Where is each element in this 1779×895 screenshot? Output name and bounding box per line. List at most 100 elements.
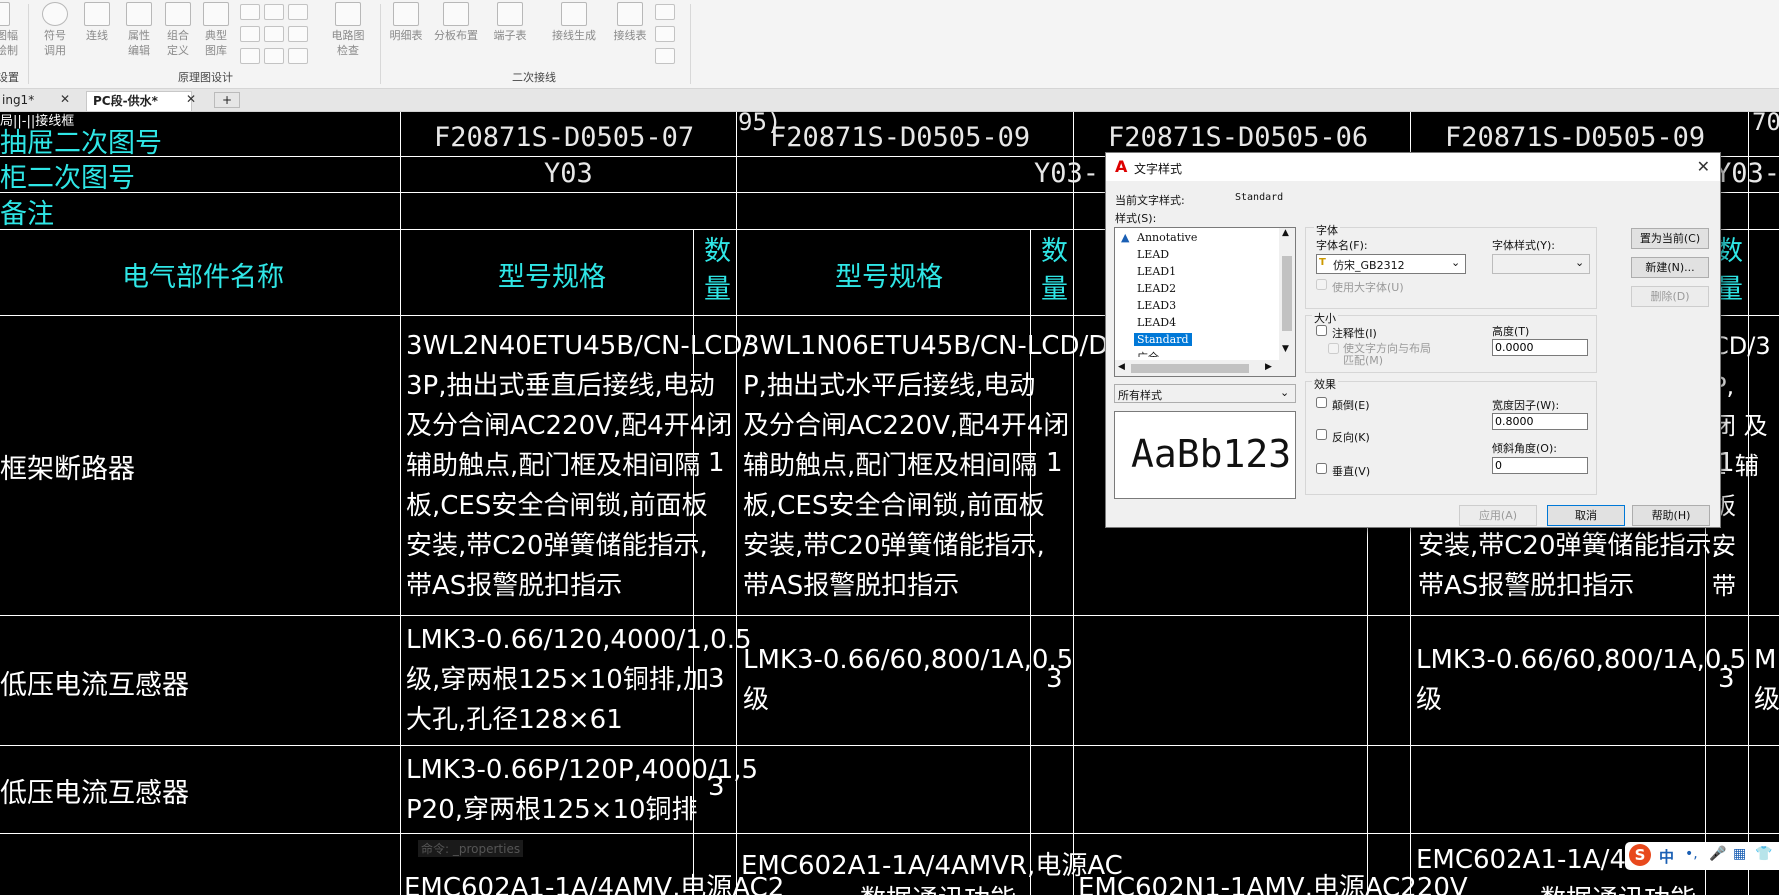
style-item[interactable]: LEAD3 <box>1137 299 1176 312</box>
annotative-checkbox[interactable] <box>1316 325 1327 336</box>
spec-cell: 数据通讯功能 <box>1540 879 1696 895</box>
terminal-icon <box>497 2 523 26</box>
small-tool-icon[interactable] <box>264 4 284 20</box>
style-item[interactable]: Annotative <box>1137 231 1197 244</box>
scroll-right-icon[interactable]: ▶ <box>1265 362 1272 372</box>
close-tab-icon[interactable]: ✕ <box>186 92 196 106</box>
font-name-select[interactable]: T 仿宋_GB2312 ⌄ <box>1316 254 1466 274</box>
symbol-icon <box>42 2 68 26</box>
small-tool-icon[interactable] <box>655 26 675 42</box>
small-tool-icon[interactable] <box>655 48 675 64</box>
list-scrollbar[interactable]: ▲ ▼ <box>1279 228 1295 376</box>
help-button[interactable]: 帮助(H) <box>1632 505 1710 526</box>
small-tool-icon[interactable] <box>240 48 260 64</box>
table-icon <box>617 2 643 26</box>
delete-style-button[interactable]: 删除(D) <box>1631 286 1709 307</box>
spec-cell: EMC602A1-1A/4AMVR,电源AC <box>741 851 1123 881</box>
set-current-button[interactable]: 置为当前(C) <box>1631 228 1709 249</box>
qty-cell: 3 <box>708 664 725 694</box>
vertical-label: 垂直(V) <box>1332 465 1371 478</box>
header-spec: 型号规格 <box>835 262 943 293</box>
qty-cell: 3 <box>708 772 725 802</box>
small-tool-icon[interactable] <box>288 48 308 64</box>
drawing-code: F20871S-D0505-07 <box>434 122 695 153</box>
cancel-button[interactable]: 取消 <box>1547 505 1625 526</box>
wire-button[interactable]: 连线 <box>80 2 114 43</box>
style-item-selected[interactable]: Standard <box>1134 333 1192 346</box>
use-bigfont-checkbox[interactable] <box>1316 279 1327 290</box>
style-item[interactable]: LEAD2 <box>1137 282 1176 295</box>
vertical-checkbox[interactable] <box>1316 463 1327 474</box>
style-item[interactable]: LEAD4 <box>1137 316 1176 329</box>
keyboard-icon[interactable]: ▦ <box>1733 846 1746 862</box>
terminal-table-button[interactable]: 端子表 <box>490 2 530 43</box>
cabinet-value: Y03- <box>1034 158 1100 189</box>
new-style-button[interactable]: 新建(N)... <box>1631 257 1709 278</box>
bom-button[interactable]: 明细表 <box>386 2 426 43</box>
apply-button[interactable]: 应用(A) <box>1459 505 1537 526</box>
spec-cell: 安装,带C20弹簧储能指示, 带AS报警脱扣指示 <box>1418 531 1720 601</box>
ime-toolbar[interactable]: S 中 •, 🎤 ▦ 👕 <box>1625 842 1779 870</box>
symbol-call-button[interactable]: 符号 调用 <box>38 2 72 58</box>
styles-list[interactable]: ▲ Annotative LEAD LEAD1 LEAD2 LEAD3 LEAD… <box>1114 227 1296 377</box>
skin-icon[interactable]: 👕 <box>1755 846 1772 862</box>
upside-down-checkbox[interactable] <box>1316 397 1327 408</box>
match-orientation-checkbox[interactable] <box>1328 343 1339 354</box>
text-style-dialog: A 文字样式 ✕ 当前文字样式: Standard 样式(S): ▲ Annot… <box>1105 152 1721 528</box>
property-edit-button[interactable]: 属性 编辑 <box>122 2 156 58</box>
dialog-title: 文字样式 <box>1134 162 1183 176</box>
font-style-select[interactable]: ⌄ <box>1492 254 1590 274</box>
ribbon: 图幅 绘制 设置 符号 调用 连线 属性 编辑 组合 定义 典型 图库 电路图 … <box>0 0 1779 89</box>
close-icon[interactable]: ✕ <box>1697 157 1710 176</box>
small-tool-icon[interactable] <box>655 4 675 20</box>
scroll-up-icon[interactable]: ▲ <box>1282 228 1289 238</box>
scroll-left-icon[interactable]: ◀ <box>1118 362 1125 372</box>
small-tool-icon[interactable] <box>240 26 260 42</box>
document-tab-bar: ing1* ✕ PC段-供水* ✕ + <box>0 89 1779 112</box>
microphone-icon[interactable]: 🎤 <box>1709 846 1726 862</box>
part-name: 框架断路器 <box>0 454 135 485</box>
circuit-check-button[interactable]: 电路图 检查 <box>326 2 370 58</box>
tree-icon <box>443 2 469 26</box>
part-name: 低压电流互感器 <box>0 778 189 809</box>
new-tab-button[interactable]: + <box>214 92 240 108</box>
small-tool-icon[interactable] <box>264 26 284 42</box>
tab-pc-water-supply[interactable]: PC段-供水* <box>86 91 192 111</box>
typical-library-button[interactable]: 典型 图库 <box>199 2 233 58</box>
frame-icon <box>0 2 10 26</box>
scroll-down-icon[interactable]: ▼ <box>1282 344 1289 354</box>
backwards-checkbox[interactable] <box>1316 429 1327 440</box>
wiring-generate-button[interactable]: 接线生成 <box>548 2 600 43</box>
group-label-setup: 设置 <box>0 71 19 84</box>
sogou-logo-icon[interactable]: S <box>1629 844 1651 866</box>
board-layout-button[interactable]: 分板布置 <box>430 2 482 43</box>
wiring-table-button[interactable]: 接线表 <box>610 2 650 43</box>
draw-frame-button[interactable]: 图幅 绘制 <box>0 2 22 58</box>
small-tool-icon[interactable] <box>264 48 284 64</box>
cabinet-value: Y03 <box>544 158 593 189</box>
dialog-title-bar[interactable]: A 文字样式 ✕ <box>1106 153 1720 181</box>
style-item[interactable]: LEAD1 <box>1137 265 1176 278</box>
scrollbar-thumb[interactable] <box>1131 364 1249 373</box>
ime-language-toggle[interactable]: 中 <box>1659 846 1674 867</box>
style-item[interactable]: LEAD <box>1137 248 1169 261</box>
scrollbar-thumb[interactable] <box>1282 256 1292 331</box>
width-factor-input[interactable] <box>1492 413 1588 430</box>
list-h-scrollbar[interactable]: ◀ ▶ <box>1115 360 1279 376</box>
style-filter-select[interactable]: 所有样式 ⌄ <box>1114 384 1296 403</box>
tab-drawing1[interactable]: ing1* <box>0 91 40 110</box>
truetype-font-icon: T <box>1319 257 1326 268</box>
small-tool-icon[interactable] <box>288 26 308 42</box>
chevron-down-icon: ⌄ <box>1451 256 1461 269</box>
style-item[interactable]: 广全 <box>1137 349 1159 357</box>
close-tab-icon[interactable]: ✕ <box>60 92 70 106</box>
small-tool-icon[interactable] <box>288 4 308 20</box>
group-define-button[interactable]: 组合 定义 <box>161 2 195 58</box>
ime-punctuation-icon[interactable]: •, <box>1685 846 1698 862</box>
height-input[interactable] <box>1492 339 1588 356</box>
oblique-angle-label: 倾斜角度(O): <box>1492 442 1557 455</box>
small-tool-icon[interactable] <box>240 4 260 20</box>
oblique-angle-input[interactable] <box>1492 457 1588 474</box>
font-name-label: 字体名(F): <box>1316 239 1368 252</box>
spec-cell: LMK3-0.66/60,800/1A,0.5 级 <box>1416 645 1747 715</box>
